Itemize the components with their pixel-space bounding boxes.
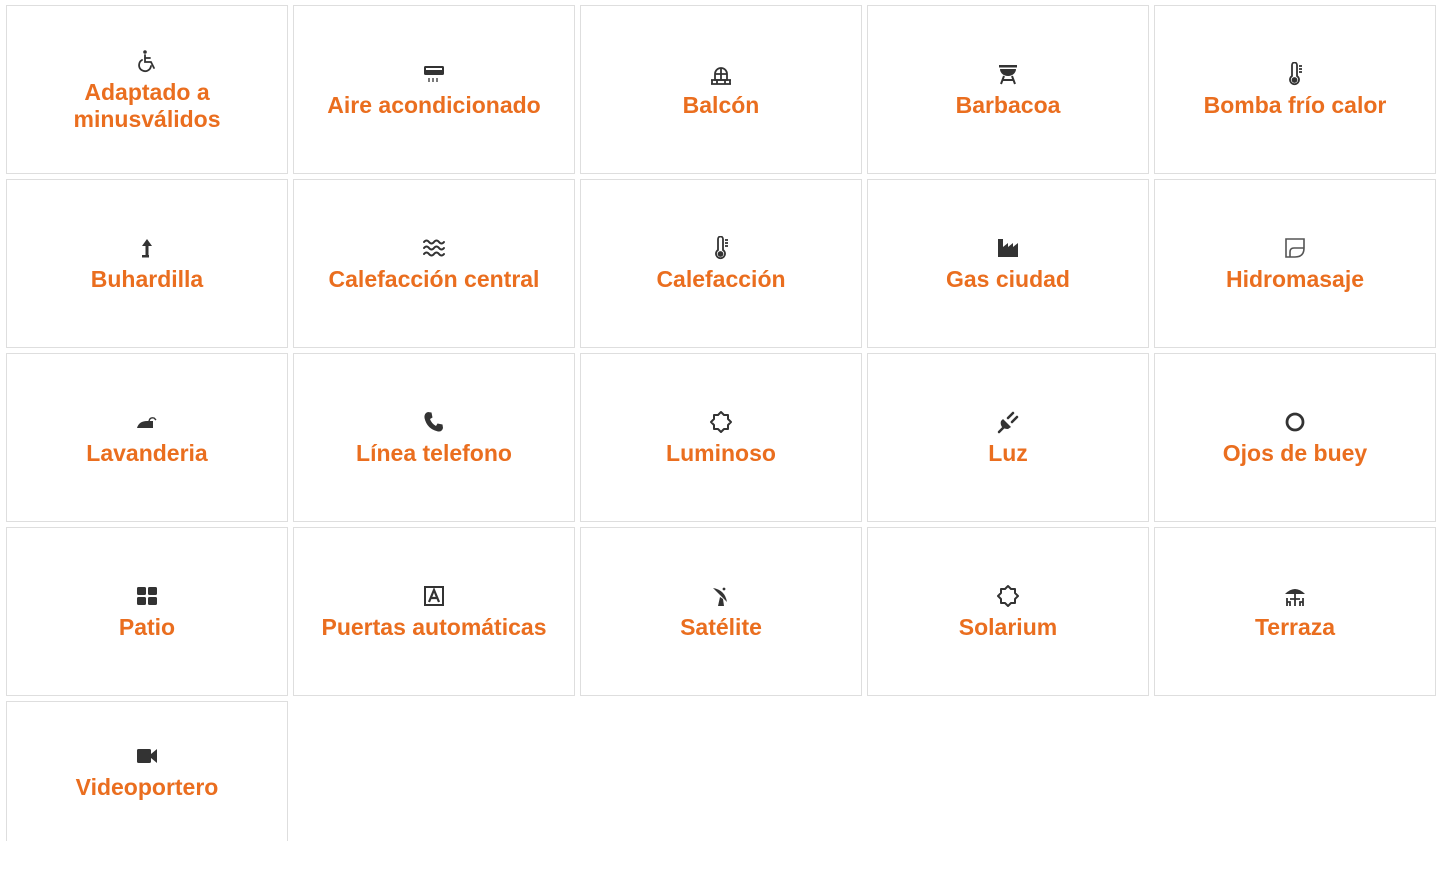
features-grid: Adaptado a minusválidos Aire acondiciona… (6, 5, 1440, 870)
thermometer-icon (707, 234, 735, 262)
feature-calefaccion-central[interactable]: Calefacción central (293, 179, 575, 348)
feature-label: Aire acondicionado (327, 92, 541, 118)
sun-icon (994, 582, 1022, 610)
feature-label: Lavanderia (86, 440, 208, 466)
feature-aire-acondicionado[interactable]: Aire acondicionado (293, 5, 575, 174)
feature-barbacoa[interactable]: Barbacoa (867, 5, 1149, 174)
feature-terraza[interactable]: Terraza (1154, 527, 1436, 696)
sun-icon (707, 408, 735, 436)
feature-label: Videoportero (75, 774, 219, 800)
feature-label: Patio (118, 614, 176, 640)
balcony-icon (707, 60, 735, 88)
feature-lavanderia[interactable]: Lavanderia (6, 353, 288, 522)
video-camera-icon (133, 742, 161, 770)
terrace-umbrella-icon (1281, 582, 1309, 610)
plug-icon (994, 408, 1022, 436)
wheelchair-icon (133, 47, 161, 75)
heat-waves-icon (420, 234, 448, 262)
feature-buhardilla[interactable]: Buhardilla (6, 179, 288, 348)
feature-label: Calefacción (656, 266, 786, 292)
feature-label: Luminoso (666, 440, 776, 466)
feature-label: Bomba frío calor (1203, 92, 1387, 118)
feature-gas-ciudad[interactable]: Gas ciudad (867, 179, 1149, 348)
feature-patio[interactable]: Patio (6, 527, 288, 696)
iron-icon (133, 408, 161, 436)
feature-label: Hidromasaje (1225, 266, 1365, 292)
barbecue-icon (994, 60, 1022, 88)
feature-label: Luz (988, 440, 1028, 466)
feature-label: Puertas automáticas (321, 614, 547, 640)
feature-puertas-automaticas[interactable]: Puertas automáticas (293, 527, 575, 696)
feature-solarium[interactable]: Solarium (867, 527, 1149, 696)
phone-icon (420, 408, 448, 436)
feature-hidromasaje[interactable]: Hidromasaje (1154, 179, 1436, 348)
feature-label: Satélite (680, 614, 762, 640)
feature-label: Adaptado a minusválidos (73, 78, 221, 132)
feature-label: Solarium (958, 614, 1058, 640)
factory-icon (994, 234, 1022, 262)
feature-videoportero[interactable]: Videoportero (6, 701, 288, 841)
feature-label: Ojos de buey (1222, 440, 1368, 466)
feature-label: Terraza (1254, 614, 1336, 640)
feature-luz[interactable]: Luz (867, 353, 1149, 522)
feature-label: Balcón (682, 92, 760, 118)
feature-adaptado-minusvalidos[interactable]: Adaptado a minusválidos (6, 5, 288, 174)
tiles-icon (133, 582, 161, 610)
feature-linea-telefono[interactable]: Línea telefono (293, 353, 575, 522)
feature-label: Gas ciudad (946, 266, 1070, 292)
circle-icon (1281, 408, 1309, 436)
feature-balcon[interactable]: Balcón (580, 5, 862, 174)
feature-satelite[interactable]: Satélite (580, 527, 862, 696)
feature-label: Calefacción central (328, 266, 540, 292)
satellite-dish-icon (707, 582, 735, 610)
bathtub-icon (1281, 234, 1309, 262)
arrow-up-icon (133, 234, 161, 262)
feature-ojos-de-buey[interactable]: Ojos de buey (1154, 353, 1436, 522)
air-conditioner-icon (420, 60, 448, 88)
feature-label: Buhardilla (90, 266, 204, 292)
automatic-door-icon (420, 582, 448, 610)
feature-calefaccion[interactable]: Calefacción (580, 179, 862, 348)
feature-bomba-frio-calor[interactable]: Bomba frío calor (1154, 5, 1436, 174)
feature-label: Barbacoa (955, 92, 1061, 118)
feature-label: Línea telefono (356, 440, 512, 466)
feature-luminoso[interactable]: Luminoso (580, 353, 862, 522)
thermometer-icon (1281, 60, 1309, 88)
